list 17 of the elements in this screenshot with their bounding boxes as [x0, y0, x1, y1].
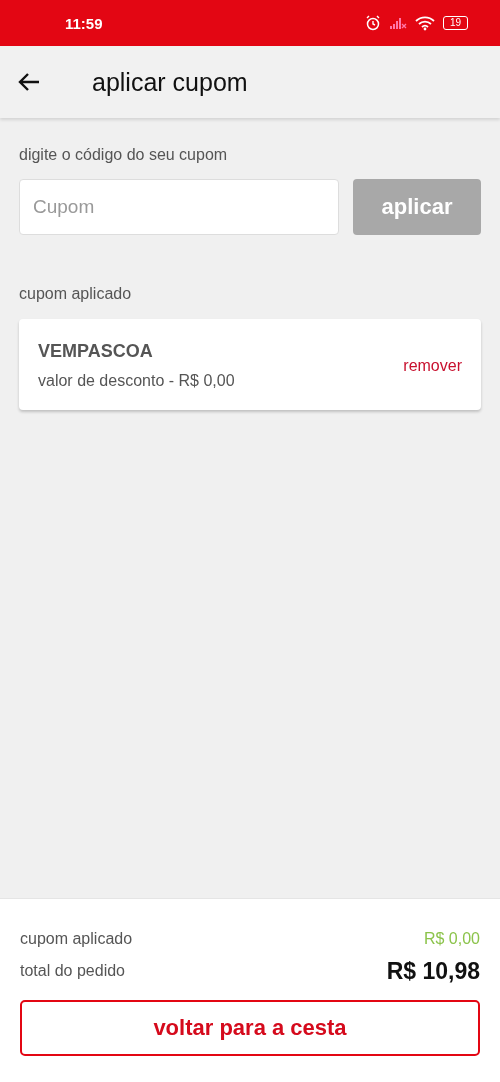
discount-value: valor de desconto - R$ 0,00: [38, 372, 235, 390]
summary-value: R$ 0,00: [423, 930, 480, 948]
field-label: digite o código do seu cupom: [19, 146, 229, 164]
summary-label: total do pedido: [20, 962, 125, 980]
back-arrow-icon[interactable]: [18, 72, 40, 92]
section-label: cupom aplicado: [19, 285, 133, 303]
coupon-code: VEMPASCOA: [38, 341, 154, 362]
signal-icon: [388, 16, 407, 30]
remove-link[interactable]: remover: [403, 356, 462, 375]
battery-indicator: 19: [442, 16, 468, 30]
status-time: 11:59: [65, 14, 103, 32]
summary-value: R$ 10,98: [386, 957, 480, 985]
alarm-icon: [364, 15, 381, 31]
page-title: aplicar cupom: [92, 67, 248, 97]
wifi-icon: [414, 15, 435, 31]
summary-label: cupom aplicado: [20, 930, 133, 948]
back-to-basket-button[interactable]: voltar para a cesta: [20, 1000, 480, 1056]
